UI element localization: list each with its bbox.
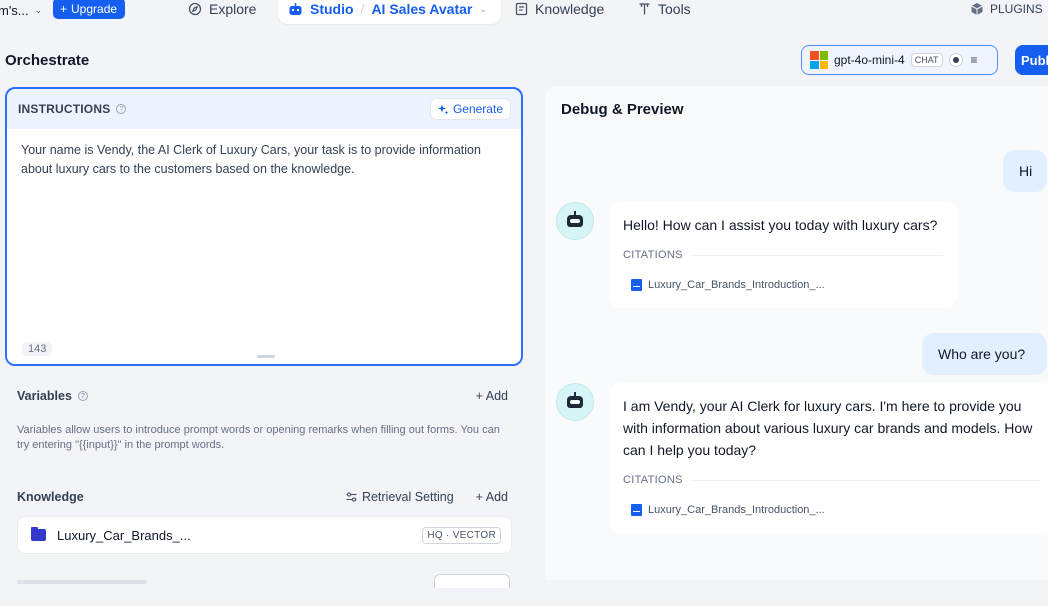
variables-description: Variables allow users to introduce promp… <box>17 424 500 451</box>
knowledge-item-tag: HQ · VECTOR <box>422 526 501 544</box>
citation-name: Luxury_Car_Brands_Introduction_... <box>648 504 825 516</box>
help-icon[interactable]: ? <box>77 391 88 401</box>
nav-tools[interactable]: Tools <box>638 0 691 18</box>
retrieval-setting-button[interactable]: Retrieval Setting <box>346 490 454 504</box>
folder-icon <box>31 527 46 541</box>
eye-icon[interactable] <box>948 53 963 67</box>
publish-button[interactable]: Publi <box>1015 45 1048 75</box>
document-icon <box>631 279 642 291</box>
citation-item[interactable]: Luxury_Car_Brands_Introduction_... <box>623 499 1040 521</box>
robot-icon <box>567 392 583 408</box>
variables-panel: Variables ? + Add Variables allow users … <box>5 374 523 466</box>
robot-icon <box>289 3 302 15</box>
nav-knowledge-label: Knowledge <box>535 1 605 17</box>
citations-header: CITATIONS <box>623 469 1040 491</box>
generate-button[interactable]: Generate <box>429 98 511 120</box>
divider <box>692 479 1040 481</box>
chevron-down-icon: ⌄ <box>479 3 487 14</box>
character-count: 143 <box>22 342 53 356</box>
knowledge-title: Knowledge <box>17 490 84 504</box>
knowledge-item[interactable]: Luxury_Car_Brands_... HQ · VECTOR <box>17 516 512 554</box>
assistant-message: Hello! How can I assist you today with l… <box>609 202 957 308</box>
user-message: Who are you? <box>922 333 1047 375</box>
assistant-message: I am Vendy, your AI Clerk for luxury car… <box>609 383 1048 533</box>
nav-plugins[interactable]: PLUGINS <box>970 0 1043 18</box>
chevron-down-icon: ⌄ <box>34 4 43 15</box>
citation-name: Luxury_Car_Brands_Introduction_... <box>648 279 825 291</box>
user-message: Hi <box>1003 150 1047 192</box>
workspace-name: m's... <box>0 2 29 18</box>
variables-title: Variables ? <box>17 389 88 403</box>
model-name: gpt-4o-mini-4 <box>834 53 905 67</box>
sparkle-icon <box>437 104 449 114</box>
page-title: Orchestrate <box>5 52 90 69</box>
resize-handle[interactable] <box>257 355 275 358</box>
nav-plugins-label: PLUGINS <box>990 2 1043 16</box>
upgrade-label: Upgrade <box>71 1 118 16</box>
nav-knowledge[interactable]: Knowledge <box>515 0 604 18</box>
knowledge-item-name: Luxury_Car_Brands_... <box>57 527 191 543</box>
tools-icon <box>639 3 650 15</box>
debug-preview-panel: Debug & Preview Hi Hello! How can I assi… <box>545 86 1048 580</box>
assistant-message-text: Hello! How can I assist you today with l… <box>623 217 938 233</box>
assistant-avatar <box>556 202 594 240</box>
nav-explore[interactable]: Explore <box>188 0 256 18</box>
instructions-panel: INSTRUCTIONS ? Generate Your name is Ven… <box>5 87 523 366</box>
workspace-switcher[interactable]: m's... ⌄ <box>0 0 42 20</box>
user-message-text: Who are you? <box>938 346 1026 362</box>
settings-sliders-icon[interactable]: ≡ <box>971 53 978 67</box>
cube-icon <box>971 3 983 15</box>
user-message-text: Hi <box>1019 163 1033 179</box>
variables-title-text: Variables <box>17 389 72 403</box>
plus-icon: + <box>60 1 68 16</box>
sliders-icon <box>346 492 357 502</box>
instructions-text: Your name is Vendy, the AI Clerk of Luxu… <box>21 143 481 176</box>
generate-label: Generate <box>452 102 503 116</box>
breadcrumb-separator: / <box>360 1 365 17</box>
citations-label: CITATIONS <box>623 249 683 261</box>
nav-explore-label: Explore <box>209 1 257 17</box>
add-variable-button[interactable]: + Add <box>476 389 508 403</box>
retrieval-setting-label: Retrieval Setting <box>361 490 454 504</box>
document-icon <box>631 504 642 516</box>
add-knowledge-button[interactable]: + Add <box>476 490 508 504</box>
assistant-avatar <box>556 383 594 421</box>
knowledge-panel: Knowledge Retrieval Setting + Add Luxury… <box>5 475 523 590</box>
variables-actions: + Add <box>476 389 508 403</box>
book-icon <box>515 2 528 16</box>
clipped-section-button[interactable] <box>434 574 510 588</box>
model-selector[interactable]: gpt-4o-mini-4 CHAT ≡ <box>801 45 998 75</box>
instructions-textarea[interactable]: Your name is Vendy, the AI Clerk of Luxu… <box>7 129 521 364</box>
nav-tools-label: Tools <box>658 1 691 17</box>
instructions-title: INSTRUCTIONS <box>18 102 111 116</box>
top-nav: m's... ⌄ + Upgrade Explore Studio / AI S… <box>0 0 1048 36</box>
upgrade-button[interactable]: + Upgrade <box>53 0 126 19</box>
nav-studio-label: Studio <box>310 1 354 17</box>
app-name[interactable]: AI Sales Avatar <box>371 1 472 17</box>
model-mode-badge: CHAT <box>910 53 943 67</box>
citations-header: CITATIONS <box>623 244 943 266</box>
knowledge-actions: Retrieval Setting + Add <box>346 490 508 504</box>
instructions-header: INSTRUCTIONS ? Generate <box>7 89 521 129</box>
citations-label: CITATIONS <box>623 474 683 486</box>
help-icon[interactable]: ? <box>116 104 127 114</box>
citation-item[interactable]: Luxury_Car_Brands_Introduction_... <box>623 274 943 296</box>
microsoft-logo-icon <box>810 51 828 69</box>
robot-icon <box>567 211 583 227</box>
clipped-section-heading <box>17 580 147 584</box>
assistant-message-text: I am Vendy, your AI Clerk for luxury car… <box>623 398 1033 458</box>
compass-icon <box>188 2 202 16</box>
debug-preview-title: Debug & Preview <box>561 101 684 118</box>
divider <box>692 254 943 256</box>
nav-studio[interactable]: Studio / AI Sales Avatar ⌄ <box>278 0 501 24</box>
